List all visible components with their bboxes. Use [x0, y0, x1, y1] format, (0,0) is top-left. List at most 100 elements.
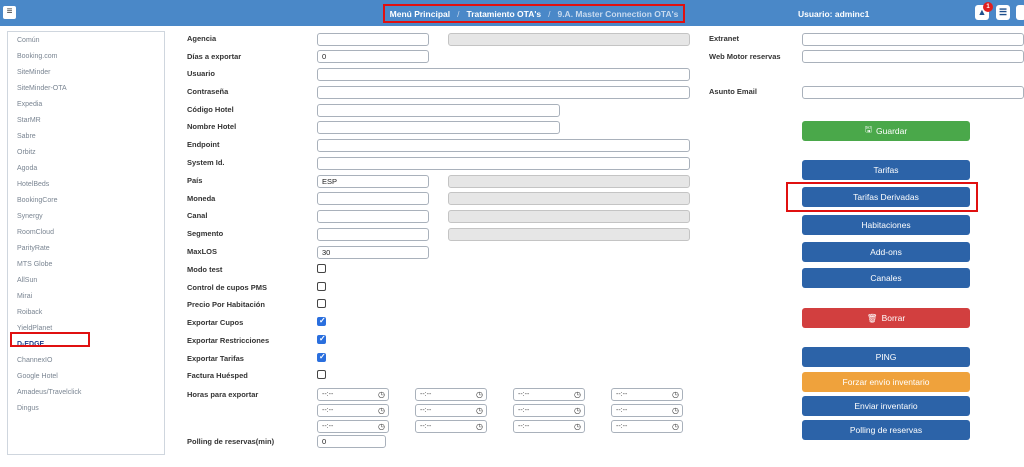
sidebar-item-booking[interactable]: Booking.com	[17, 53, 57, 60]
sidebar-item-bookingcore[interactable]: BookingCore	[17, 197, 57, 204]
sidebar-item-mts-globe[interactable]: MTS Globe	[17, 261, 52, 268]
sidebar-item-yieldplanet[interactable]: YieldPlanet	[17, 325, 52, 332]
polling-reservas-button[interactable]: Polling de reservas	[802, 420, 970, 440]
sidebar-item-channexio[interactable]: ChannexIO	[17, 357, 52, 364]
modo-test-label: Modo test	[187, 265, 223, 274]
maxlos-label: MaxLOS	[187, 247, 218, 256]
clock-icon[interactable]: ◷	[574, 390, 581, 399]
breadcrumb-main-menu[interactable]: Menú Principal	[390, 9, 450, 19]
endpoint-input[interactable]	[317, 139, 690, 152]
clock-icon[interactable]: ◷	[378, 422, 385, 431]
sidebar-item-starmr[interactable]: StarMR	[17, 117, 41, 124]
nombre-hotel-input[interactable]	[317, 121, 560, 134]
sidebar-item-sabre[interactable]: Sabre	[17, 133, 36, 140]
hora-input[interactable]: --:-- ◷	[611, 420, 683, 433]
clock-icon[interactable]: ◷	[378, 390, 385, 399]
codigo-hotel-input[interactable]	[317, 104, 560, 117]
exportar-tarifas-checkbox[interactable]	[317, 352, 326, 362]
modo-test-checkbox[interactable]	[317, 264, 326, 273]
clock-icon[interactable]: ◷	[476, 390, 483, 399]
dias-label: Días a exportar	[187, 52, 242, 61]
sidebar-item-parityrate[interactable]: ParityRate	[17, 245, 50, 252]
system-id-input[interactable]	[317, 157, 690, 170]
asunto-email-input[interactable]	[802, 86, 1024, 99]
breadcrumb: Menú Principal / Tratamiento OTA's / 9.A…	[383, 4, 685, 23]
agencia-name-readonly	[448, 33, 690, 46]
sidebar-item-roomcloud[interactable]: RoomCloud	[17, 229, 54, 236]
canales-button-label: Canales	[870, 273, 902, 283]
sidebar-item-roiback[interactable]: Roiback	[17, 309, 42, 316]
hora-input[interactable]: --:-- ◷	[317, 404, 389, 417]
sidebar-item-google-hotel[interactable]: Google Hotel	[17, 373, 58, 380]
hamburger-menu-icon[interactable]: ≡	[3, 6, 16, 19]
control-cupos-checkbox[interactable]	[317, 282, 326, 291]
hora-input[interactable]: --:-- ◷	[415, 404, 487, 417]
moneda-input[interactable]	[317, 192, 429, 205]
clock-icon[interactable]: ◷	[672, 422, 679, 431]
document-list-icon[interactable]: ☰	[996, 5, 1010, 20]
exportar-cupos-checkbox[interactable]	[317, 316, 326, 326]
clock-icon[interactable]: ◷	[476, 406, 483, 415]
dias-input[interactable]	[317, 50, 429, 63]
sidebar-item-siteminder[interactable]: SiteMinder	[17, 69, 50, 76]
sidebar-item-hotelbeds[interactable]: HotelBeds	[17, 181, 49, 188]
sidebar-highlight-box	[10, 332, 90, 347]
addons-button[interactable]: Add-ons	[802, 242, 970, 262]
clock-icon[interactable]: ◷	[574, 406, 581, 415]
usuario-input[interactable]	[317, 68, 690, 81]
web-motor-input[interactable]	[802, 50, 1024, 63]
canal-name-readonly	[448, 210, 690, 223]
extranet-input[interactable]	[802, 33, 1024, 46]
ping-button[interactable]: PING	[802, 347, 970, 367]
sidebar-item-comun[interactable]: Común	[17, 37, 40, 44]
pais-name-readonly	[448, 175, 690, 188]
sidebar-item-amadeus[interactable]: Amadeus/Travelclick	[17, 389, 81, 396]
hora-input[interactable]: --:-- ◷	[611, 388, 683, 401]
sidebar-item-agoda[interactable]: Agoda	[17, 165, 37, 172]
user-label[interactable]: Usuario: adminc1	[798, 9, 869, 19]
delete-button[interactable]: 🗑 Borrar	[802, 308, 970, 328]
pais-input[interactable]	[317, 175, 429, 188]
save-button[interactable]: 🖫 Guardar	[802, 121, 970, 141]
factura-huesped-checkbox[interactable]	[317, 370, 326, 379]
more-icon[interactable]	[1016, 5, 1024, 20]
enviar-inventario-button[interactable]: Enviar inventario	[802, 396, 970, 416]
habitaciones-button[interactable]: Habitaciones	[802, 215, 970, 235]
hora-input[interactable]: --:-- ◷	[317, 420, 389, 433]
sidebar-item-expedia[interactable]: Expedia	[17, 101, 42, 108]
hora-input[interactable]: --:-- ◷	[513, 404, 585, 417]
clock-icon[interactable]: ◷	[574, 422, 581, 431]
canal-label: Canal	[187, 211, 208, 220]
exportar-restricciones-checkbox[interactable]	[317, 334, 326, 344]
agencia-input[interactable]	[317, 33, 429, 46]
segmento-name-readonly	[448, 228, 690, 241]
hora-input[interactable]: --:-- ◷	[415, 388, 487, 401]
sidebar-item-mirai[interactable]: Mirai	[17, 293, 32, 300]
sidebar-item-synergy[interactable]: Synergy	[17, 213, 43, 220]
polling-input[interactable]	[317, 435, 386, 448]
maxlos-input[interactable]	[317, 246, 429, 259]
clock-icon[interactable]: ◷	[672, 406, 679, 415]
hora-input[interactable]: --:-- ◷	[513, 420, 585, 433]
clock-icon[interactable]: ◷	[476, 422, 483, 431]
segmento-input[interactable]	[317, 228, 429, 241]
hora-placeholder: --:--	[322, 423, 334, 430]
sidebar-item-siteminder-ota[interactable]: SiteMinder-OTA	[17, 85, 67, 92]
contrasena-input[interactable]	[317, 86, 690, 99]
hora-input[interactable]: --:-- ◷	[317, 388, 389, 401]
hora-input[interactable]: --:-- ◷	[513, 388, 585, 401]
sidebar-item-dingus[interactable]: Dingus	[17, 405, 39, 412]
canal-input[interactable]	[317, 210, 429, 223]
hora-input[interactable]: --:-- ◷	[611, 404, 683, 417]
habitaciones-button-label: Habitaciones	[861, 220, 911, 230]
sidebar-item-orbitz[interactable]: Orbitz	[17, 149, 36, 156]
clock-icon[interactable]: ◷	[378, 406, 385, 415]
sidebar-item-allsun[interactable]: AllSun	[17, 277, 37, 284]
canales-button[interactable]: Canales	[802, 268, 970, 288]
tarifas-button[interactable]: Tarifas	[802, 160, 970, 180]
breadcrumb-ota-treatment[interactable]: Tratamiento OTA's	[466, 9, 541, 19]
forzar-envio-button[interactable]: Forzar envío inventario	[802, 372, 970, 392]
precio-habitacion-checkbox[interactable]	[317, 299, 326, 308]
hora-input[interactable]: --:-- ◷	[415, 420, 487, 433]
clock-icon[interactable]: ◷	[672, 390, 679, 399]
